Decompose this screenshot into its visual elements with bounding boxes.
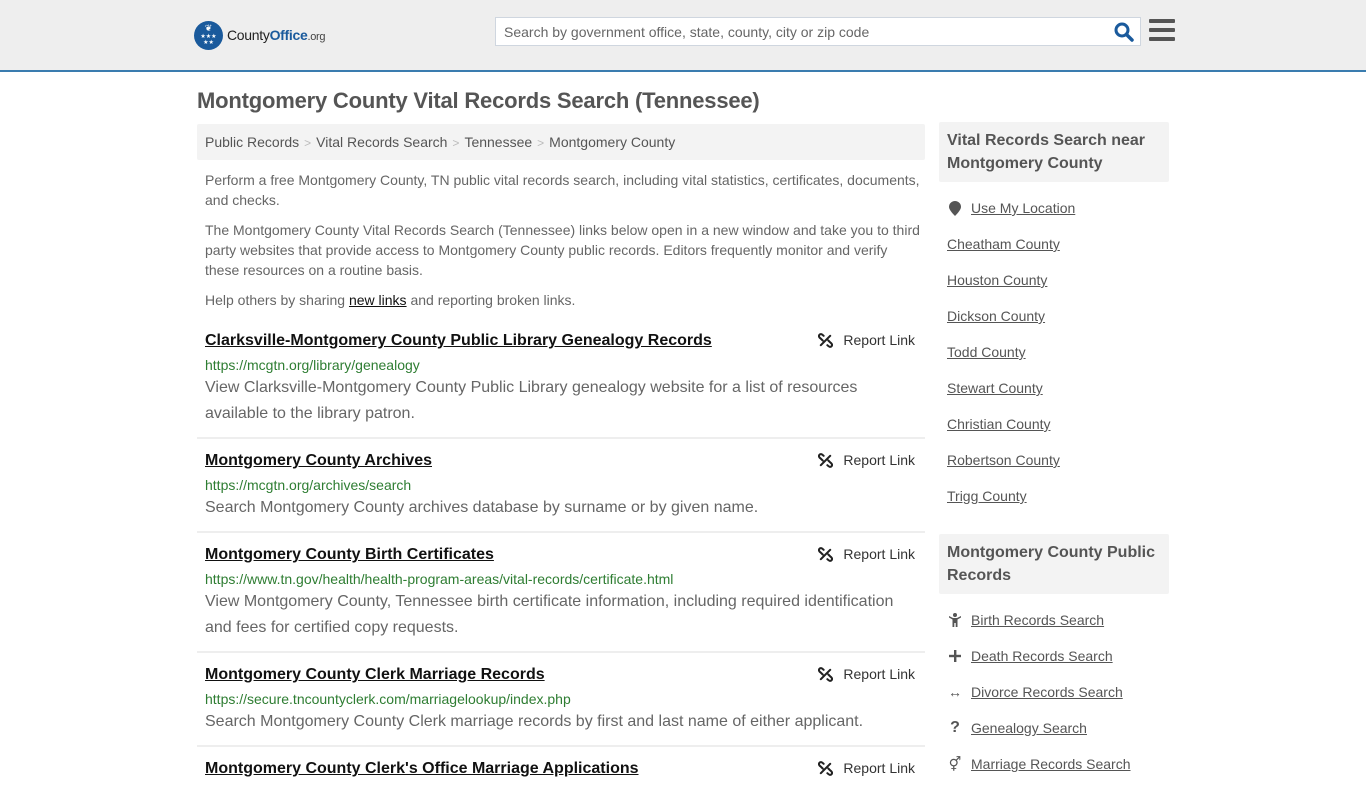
page-title: Montgomery County Vital Records Search (…: [197, 88, 760, 113]
intro-paragraph: Perform a free Montgomery County, TN pub…: [205, 172, 920, 208]
site-logo[interactable]: ❦ ★★★ ★★ CountyOffice.org: [194, 20, 326, 50]
result-title-link[interactable]: Montgomery County Birth Certificates: [205, 544, 494, 566]
menu-bar: [1149, 19, 1175, 23]
breadcrumb-tennessee[interactable]: Tennessee: [464, 134, 532, 150]
divorce-records-search-link[interactable]: Divorce Records Search: [971, 684, 1123, 700]
nearby-county-link[interactable]: Todd County: [947, 344, 1026, 360]
nearby-county-item: Houston County: [947, 262, 1161, 298]
nearby-county-link[interactable]: Christian County: [947, 416, 1051, 432]
map-marker-icon: [947, 200, 963, 216]
result-item: Clarksville-Montgomery County Public Lib…: [197, 327, 925, 439]
nearby-county-link[interactable]: Stewart County: [947, 380, 1043, 396]
result-item: Montgomery County Clerk Marriage Records…: [197, 653, 925, 747]
nearby-county-link[interactable]: Houston County: [947, 272, 1047, 288]
venus-mars-icon: ⚥: [948, 755, 962, 772]
broken-link-icon: [818, 546, 834, 562]
public-records-item: Birth Records Search: [947, 602, 1161, 638]
broken-link-icon: [818, 332, 834, 348]
result-title-link[interactable]: Montgomery County Archives: [205, 450, 432, 472]
public-records-heading: Montgomery County Public Records: [939, 534, 1169, 594]
public-records-item: ? Genealogy Search: [947, 710, 1161, 746]
arrows-horizontal-icon: ↔: [948, 684, 962, 700]
breadcrumb-separator: >: [452, 136, 460, 150]
result-item: Montgomery County Clerk's Office Marriag…: [197, 747, 925, 790]
public-records-list: Birth Records Search Death Records Searc…: [939, 594, 1169, 782]
result-description: Search Montgomery County Clerk marriage …: [205, 713, 864, 730]
nearby-county-item: Dickson County: [947, 298, 1161, 334]
result-description: View Montgomery County, Tennessee birth …: [205, 593, 894, 636]
nearby-county-link[interactable]: Trigg County: [947, 488, 1027, 504]
result-url[interactable]: https://mcgtn.org/library/genealogy: [205, 355, 917, 375]
nearby-county-link[interactable]: Dickson County: [947, 308, 1045, 324]
plus-icon: [947, 650, 963, 662]
nearby-county-item: Cheatham County: [947, 226, 1161, 262]
intro-help-paragraph: Help others by sharing new links and rep…: [205, 292, 576, 308]
use-my-location-item: Use My Location: [947, 190, 1161, 226]
logo-text: CountyOffice.org: [227, 27, 326, 43]
death-records-search-link[interactable]: Death Records Search: [971, 648, 1113, 664]
nearby-county-item: Trigg County: [947, 478, 1161, 514]
breadcrumb: Public Records > Vital Records Search > Tenn…: [197, 124, 925, 160]
search-box: [495, 17, 1141, 46]
result-url[interactable]: https://secure.tncountyclerk.com/marriag…: [205, 689, 917, 709]
search-input[interactable]: [496, 18, 1106, 45]
nearby-heading: Vital Records Search near Montgomery Cou…: [939, 122, 1169, 182]
results-list: Clarksville-Montgomery County Public Lib…: [197, 327, 925, 790]
menu-bar: [1149, 37, 1175, 41]
hamburger-menu-button[interactable]: [1149, 19, 1175, 43]
report-link-button[interactable]: Report Link: [818, 666, 915, 682]
new-links-link[interactable]: new links: [349, 292, 407, 308]
use-my-location-link[interactable]: Use My Location: [971, 200, 1075, 216]
eagle-stars-icon: ❦ ★★★ ★★: [194, 20, 223, 50]
broken-link-icon: [818, 666, 834, 682]
broken-link-icon: [818, 760, 834, 776]
result-description: Search Montgomery County archives databa…: [205, 499, 759, 516]
search-icon: [1114, 22, 1134, 42]
nearby-county-list: Use My Location Cheatham County Houston …: [939, 182, 1169, 514]
marriage-records-search-link[interactable]: Marriage Records Search: [971, 756, 1131, 772]
report-link-button[interactable]: Report Link: [818, 332, 915, 348]
public-records-item: Death Records Search: [947, 638, 1161, 674]
result-item: Montgomery County Birth Certificates Rep…: [197, 533, 925, 653]
question-icon: ?: [950, 719, 960, 736]
birth-records-search-link[interactable]: Birth Records Search: [971, 612, 1104, 628]
sidebar: Vital Records Search near Montgomery Cou…: [939, 122, 1169, 782]
public-records-item: ⚥ Marriage Records Search: [947, 746, 1161, 782]
result-title-link[interactable]: Montgomery County Clerk Marriage Records: [205, 664, 545, 686]
breadcrumb-current: Montgomery County: [549, 134, 676, 150]
result-title-link[interactable]: Montgomery County Clerk's Office Marriag…: [205, 758, 639, 780]
nearby-county-link[interactable]: Cheatham County: [947, 236, 1060, 252]
result-item: Montgomery County Archives Report Link h…: [197, 439, 925, 533]
report-link-button[interactable]: Report Link: [818, 452, 915, 468]
public-records-item: ↔ Divorce Records Search: [947, 674, 1161, 710]
result-url[interactable]: https://mcgtn.org/archives/search: [205, 475, 917, 495]
result-description: View Clarksville-Montgomery County Publi…: [205, 379, 858, 422]
intro-paragraph: The Montgomery County Vital Records Sear…: [205, 222, 920, 278]
report-link-button[interactable]: Report Link: [818, 546, 915, 562]
menu-bar: [1149, 28, 1175, 32]
broken-link-icon: [818, 452, 834, 468]
breadcrumb-separator: >: [304, 136, 312, 150]
child-icon: [947, 613, 963, 627]
report-link-button[interactable]: Report Link: [818, 760, 915, 776]
nearby-county-item: Todd County: [947, 334, 1161, 370]
intro-text: Perform a free Montgomery County, TN pub…: [205, 170, 920, 320]
search-button[interactable]: [1114, 22, 1134, 42]
site-header: ❦ ★★★ ★★ CountyOffice.org: [0, 0, 1366, 72]
nearby-county-item: Robertson County: [947, 442, 1161, 478]
genealogy-search-link[interactable]: Genealogy Search: [971, 720, 1087, 736]
result-url[interactable]: https://www.tn.gov/health/health-program…: [205, 569, 917, 589]
breadcrumb-separator: >: [537, 136, 545, 150]
nearby-county-item: Stewart County: [947, 370, 1161, 406]
result-title-link[interactable]: Clarksville-Montgomery County Public Lib…: [205, 330, 712, 352]
breadcrumb-vital-records-search[interactable]: Vital Records Search: [316, 134, 447, 150]
nearby-county-link[interactable]: Robertson County: [947, 452, 1060, 468]
nearby-county-item: Christian County: [947, 406, 1161, 442]
breadcrumb-public-records[interactable]: Public Records: [205, 134, 299, 150]
